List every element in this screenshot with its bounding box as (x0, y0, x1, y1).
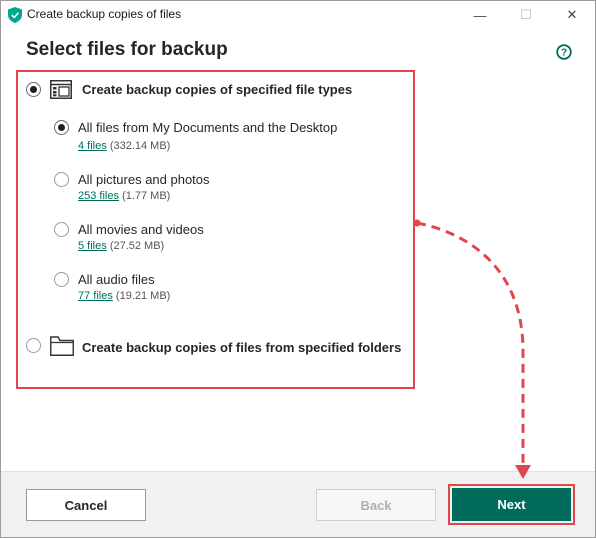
help-circle-icon[interactable]: ? (556, 44, 572, 60)
svg-text:?: ? (561, 48, 567, 59)
maximize-icon: ☐ (520, 7, 532, 22)
next-button[interactable]: Next (452, 488, 571, 521)
pictures-summary: 253 files (1.77 MB) (78, 190, 170, 202)
cancel-button[interactable]: Cancel (26, 489, 146, 521)
movies-label: All movies and videos (78, 222, 204, 237)
file-types-icon (50, 80, 72, 99)
audio-size: (19.21 MB) (115, 290, 171, 302)
pictures-label: All pictures and photos (78, 172, 210, 187)
folders-radio[interactable] (26, 338, 41, 353)
audio-files-link[interactable]: 77 files (78, 290, 113, 302)
minimize-button[interactable]: — (457, 1, 503, 29)
minimize-icon: — (473, 7, 487, 23)
movies-summary: 5 files (27.52 MB) (78, 240, 164, 252)
movies-radio[interactable] (54, 222, 69, 237)
documents-desktop-label: All files from My Documents and the Desk… (78, 120, 338, 135)
file-types-radio[interactable] (26, 82, 41, 97)
folders-label: Create backup copies of files from speci… (82, 340, 402, 355)
kaspersky-shield-icon (8, 7, 22, 23)
page-title: Select files for backup (26, 39, 228, 60)
maximize-button[interactable]: ☐ (503, 1, 549, 29)
documents-desktop-size: (332.14 MB) (109, 140, 171, 152)
close-button[interactable]: ✕ (549, 1, 595, 29)
audio-summary: 77 files (19.21 MB) (78, 290, 170, 302)
file-types-label: Create backup copies of specified file t… (82, 82, 353, 97)
pictures-radio[interactable] (54, 172, 69, 187)
movies-size: (27.52 MB) (109, 240, 165, 252)
documents-desktop-summary: 4 files (332.14 MB) (78, 140, 170, 152)
pictures-files-link[interactable]: 253 files (78, 190, 119, 202)
folder-icon (50, 336, 74, 356)
audio-radio[interactable] (54, 272, 69, 287)
close-icon: ✕ (566, 7, 578, 22)
guide-arrow-path (416, 221, 525, 467)
back-button: Back (316, 489, 436, 521)
audio-label: All audio files (78, 272, 155, 287)
pictures-size: (1.77 MB) (122, 190, 171, 202)
window-title: Create backup copies of files (27, 7, 182, 21)
backup-dialog: Create backup copies of files — ☐ ✕ Sele… (0, 0, 596, 538)
documents-desktop-files-link[interactable]: 4 files (78, 140, 107, 152)
title-bar: Create backup copies of files — ☐ ✕ (1, 1, 595, 29)
movies-files-link[interactable]: 5 files (78, 240, 107, 252)
documents-desktop-radio[interactable] (54, 120, 69, 135)
